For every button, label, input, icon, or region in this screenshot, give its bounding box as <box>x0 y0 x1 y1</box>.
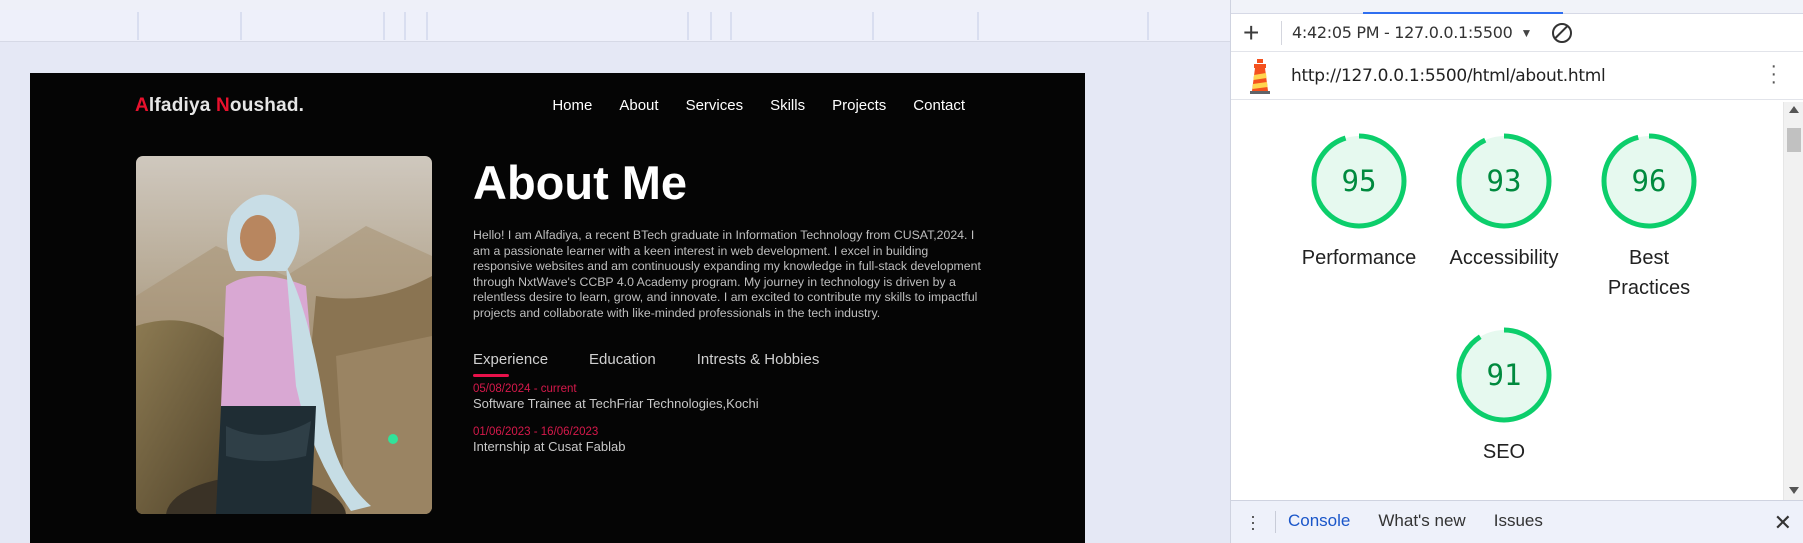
score-gauge-performance[interactable]: 95 Performance <box>1284 132 1434 273</box>
score-label: Performance <box>1301 247 1417 269</box>
ruler-tick <box>710 12 712 40</box>
logo-first-name: lfadiya <box>148 95 216 116</box>
plus-icon[interactable]: + <box>1243 18 1277 47</box>
tab-hobbies[interactable]: Intrests & Hobbies <box>697 351 820 368</box>
nav-home[interactable]: Home <box>552 97 592 114</box>
more-options-icon[interactable]: · · · <box>1770 56 1777 92</box>
drawer-tab-whats-new[interactable]: What's new <box>1378 511 1465 533</box>
browser-top-strip <box>0 0 1230 10</box>
block-icon[interactable] <box>1552 22 1573 43</box>
score-label: Accessibility <box>1449 247 1559 269</box>
drawer-tab-issues[interactable]: Issues <box>1494 511 1543 533</box>
devtools-ruler-bar <box>0 10 1230 42</box>
score-label: Best Practices <box>1607 247 1691 299</box>
close-icon[interactable]: ✕ <box>1774 510 1792 536</box>
nav-contact[interactable]: Contact <box>913 97 965 114</box>
score-gauge-seo[interactable]: 91 SEO <box>1429 326 1579 467</box>
score-gauge-best-practices[interactable]: 96 Best Practices <box>1574 132 1724 303</box>
report-timestamp[interactable]: 4:42:05 PM - 127.0.0.1:5500 <box>1292 23 1513 42</box>
ruler-tick <box>404 12 406 40</box>
nav-services[interactable]: Services <box>686 97 744 114</box>
score-value: 96 <box>1632 164 1667 198</box>
logo-initial-a: A <box>135 95 149 116</box>
site-nav: Home About Services Skills Projects Cont… <box>525 97 965 114</box>
drawer-separator <box>1275 511 1276 533</box>
active-tab-indicator <box>1363 12 1563 14</box>
tab-education[interactable]: Education <box>589 351 656 368</box>
lighthouse-report: 95 Performance 93 Accessibility 96 Best … <box>1231 102 1784 500</box>
nav-about[interactable]: About <box>619 97 658 114</box>
score-gauge-accessibility[interactable]: 93 Accessibility <box>1429 132 1579 273</box>
logo-last-name: oushad. <box>229 95 305 116</box>
toolbar-separator <box>1281 20 1282 45</box>
ruler-tick <box>1147 12 1149 40</box>
experience-date: 01/06/2023 - 16/06/2023 <box>473 426 599 438</box>
website-preview: Alfadiya Noushad. Home About Services Sk… <box>30 73 1085 543</box>
report-url-bar: http://127.0.0.1:5500/html/about.html · ·… <box>1231 52 1803 100</box>
nav-skills[interactable]: Skills <box>770 97 805 114</box>
about-heading: About Me <box>473 156 688 209</box>
scroll-thumb[interactable] <box>1787 128 1801 152</box>
score-ring: 91 <box>1456 327 1552 423</box>
experience-item: 01/06/2023 - 16/06/2023 Internship at Cu… <box>473 426 625 454</box>
score-label: SEO <box>1482 441 1526 463</box>
nav-projects[interactable]: Projects <box>832 97 886 114</box>
score-ring: 93 <box>1456 133 1552 229</box>
score-value: 95 <box>1342 164 1377 198</box>
experience-date: 05/08/2024 - current <box>473 383 577 395</box>
lighthouse-toolbar: + 4:42:05 PM - 127.0.0.1:5500 ▼ <box>1231 14 1803 52</box>
tab-experience[interactable]: Experience <box>473 351 548 377</box>
score-ring: 96 <box>1601 133 1697 229</box>
about-tabs: Experience Education Intrests & Hobbies <box>473 351 860 377</box>
experience-desc: Internship at Cusat Fablab <box>473 439 626 454</box>
experience-desc: Software Trainee at TechFriar Technologi… <box>473 396 759 411</box>
logo-initial-n: N <box>216 95 230 116</box>
lighthouse-icon <box>1250 58 1270 94</box>
ruler-tick <box>730 12 732 40</box>
caret-down-icon[interactable]: ▼ <box>1521 26 1533 40</box>
devtools-panel: + 4:42:05 PM - 127.0.0.1:5500 ▼ http://1… <box>1230 0 1803 543</box>
score-value: 93 <box>1487 164 1522 198</box>
devtools-drawer: · · · Console What's new Issues ✕ <box>1231 500 1803 543</box>
score-value: 91 <box>1487 358 1522 392</box>
ruler-tick <box>687 12 689 40</box>
drawer-menu-icon[interactable]: · · · <box>1231 507 1275 537</box>
ruler-tick <box>383 12 385 40</box>
profile-photo <box>136 156 432 514</box>
experience-item: 05/08/2024 - current Software Trainee at… <box>473 383 759 411</box>
ruler-tick <box>872 12 874 40</box>
about-bio: Hello! I am Alfadiya, a recent BTech gra… <box>473 228 981 320</box>
scroll-up-icon[interactable] <box>1789 106 1799 113</box>
ruler-tick <box>977 12 979 40</box>
ruler-tick <box>137 12 139 40</box>
report-url[interactable]: http://127.0.0.1:5500/html/about.html <box>1291 66 1606 86</box>
report-scrollbar[interactable] <box>1783 102 1803 500</box>
devtools-tabs-bar <box>1231 0 1803 14</box>
site-logo[interactable]: Alfadiya Noushad. <box>135 95 304 117</box>
ruler-tick <box>426 12 428 40</box>
score-ring: 95 <box>1311 133 1407 229</box>
ruler-tick <box>240 12 242 40</box>
scroll-down-icon[interactable] <box>1789 487 1799 494</box>
drawer-tab-console[interactable]: Console <box>1288 511 1350 533</box>
